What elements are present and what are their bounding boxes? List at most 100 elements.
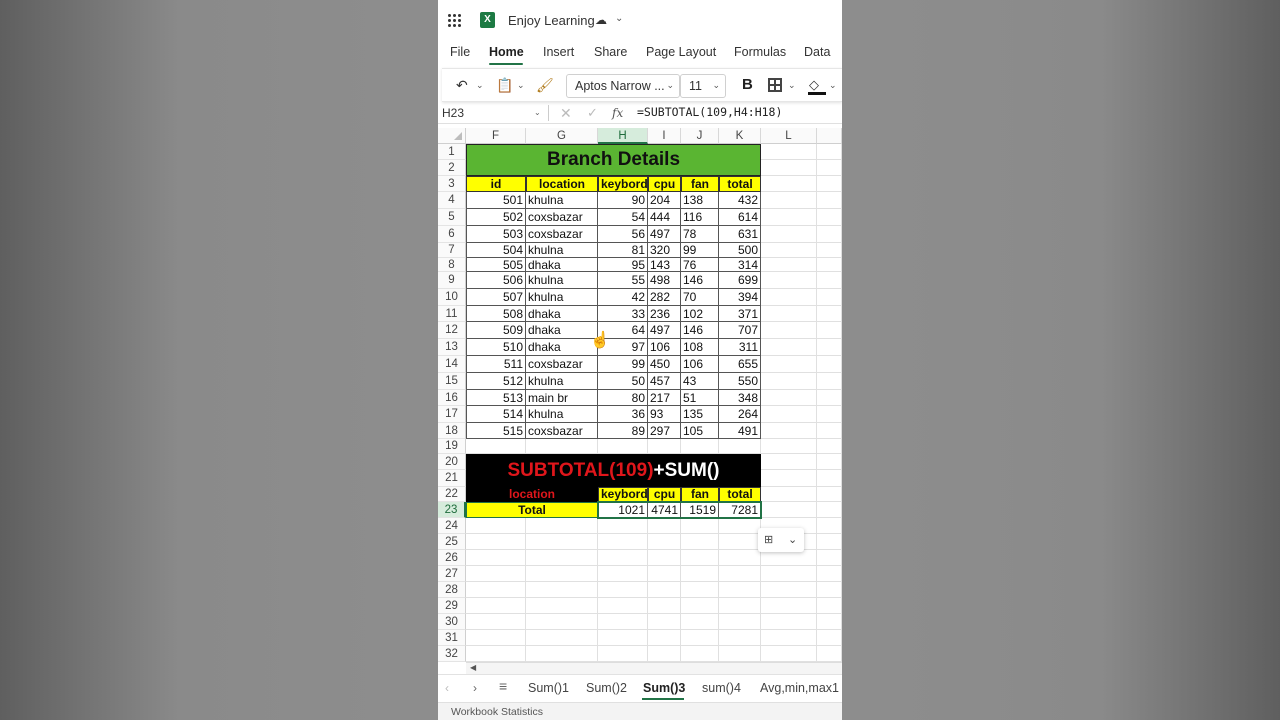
tab-share[interactable]: Share	[594, 45, 627, 59]
row-header-3[interactable]: 3	[438, 176, 466, 192]
table-cell[interactable]: 99	[598, 356, 648, 373]
table-cell[interactable]: 504	[466, 243, 526, 258]
row-header-31[interactable]: 31	[438, 630, 466, 646]
table-cell[interactable]: 348	[719, 390, 761, 406]
table-cell[interactable]: 444	[648, 209, 681, 226]
table-cell[interactable]: 78	[681, 226, 719, 243]
sheet-tab-sum3[interactable]: Sum()3	[643, 681, 685, 695]
row-header-26[interactable]: 26	[438, 550, 466, 566]
format-painter-icon[interactable]: 🖌	[536, 77, 554, 94]
undo-icon[interactable]: ↶	[456, 77, 468, 94]
formula-input[interactable]: =SUBTOTAL(109,H4:H18)	[637, 105, 782, 119]
column-header-k[interactable]: K	[719, 128, 761, 144]
table-cell[interactable]: dhaka	[526, 258, 598, 272]
table-cell[interactable]: khulna	[526, 243, 598, 258]
table-cell[interactable]: 510	[466, 339, 526, 356]
row-header-30[interactable]: 30	[438, 614, 466, 630]
row-header-18[interactable]: 18	[438, 423, 466, 439]
column-header-j[interactable]: J	[681, 128, 719, 144]
row-header-27[interactable]: 27	[438, 566, 466, 582]
document-title[interactable]: Enjoy Learning	[508, 13, 595, 28]
table-cell[interactable]: 450	[648, 356, 681, 373]
table-header-fan[interactable]: fan	[681, 176, 719, 192]
row-header-21[interactable]: 21	[438, 470, 466, 487]
table-cell[interactable]: 614	[719, 209, 761, 226]
table-cell[interactable]: 135	[681, 406, 719, 423]
table-cell[interactable]: 655	[719, 356, 761, 373]
row-header-14[interactable]: 14	[438, 356, 466, 373]
scrollbar-track[interactable]	[480, 666, 840, 672]
table-cell[interactable]: khulna	[526, 289, 598, 306]
summary-header-total[interactable]: total	[719, 487, 761, 502]
tab-file[interactable]: File	[450, 45, 470, 59]
select-all-button[interactable]	[438, 128, 466, 144]
row-header-12[interactable]: 12	[438, 322, 466, 339]
table-cell[interactable]: 497	[648, 322, 681, 339]
table-cell[interactable]: 501	[466, 192, 526, 209]
table-cell[interactable]: 56	[598, 226, 648, 243]
table-cell[interactable]: 204	[648, 192, 681, 209]
table-cell[interactable]: 236	[648, 306, 681, 322]
summary-header-keybord[interactable]: keybord	[598, 487, 648, 502]
table-header-cpu[interactable]: cpu	[648, 176, 681, 192]
table-cell[interactable]: 297	[648, 423, 681, 439]
table-cell[interactable]: 314	[719, 258, 761, 272]
app-launcher-icon[interactable]	[448, 14, 462, 28]
table-cell[interactable]: khulna	[526, 272, 598, 289]
fill-color-icon[interactable]: ◇	[809, 77, 819, 93]
summary-total-label[interactable]: Total	[466, 502, 598, 518]
table-cell[interactable]: 432	[719, 192, 761, 209]
font-size-select[interactable]: 11 ⌄	[680, 74, 726, 98]
table-cell[interactable]: 99	[681, 243, 719, 258]
column-header-f[interactable]: F	[466, 128, 526, 144]
table-cell[interactable]: 497	[648, 226, 681, 243]
paste-dropdown-icon[interactable]: ⌄	[517, 80, 525, 91]
table-cell[interactable]: 89	[598, 423, 648, 439]
table-cell[interactable]: 42	[598, 289, 648, 306]
scroll-left-icon[interactable]: ◀	[470, 663, 476, 672]
row-header-10[interactable]: 10	[438, 289, 466, 306]
table-cell[interactable]: 371	[719, 306, 761, 322]
table-cell[interactable]: 394	[719, 289, 761, 306]
table-cell[interactable]: 506	[466, 272, 526, 289]
table-cell[interactable]: 457	[648, 373, 681, 390]
table-cell[interactable]: coxsbazar	[526, 356, 598, 373]
table-cell[interactable]: coxsbazar	[526, 423, 598, 439]
tab-home[interactable]: Home	[489, 45, 524, 59]
table-cell[interactable]: 507	[466, 289, 526, 306]
cancel-icon[interactable]: ✕	[560, 105, 572, 122]
summary-header-fan[interactable]: fan	[681, 487, 719, 502]
name-box[interactable]: H23	[442, 106, 464, 120]
row-header-25[interactable]: 25	[438, 534, 466, 550]
prev-sheet-icon[interactable]: ‹	[445, 681, 449, 695]
worksheet-grid[interactable]: F G H I J K L 1 2 3 4 5 6 7 8 9 10 11 12 13 14 15 16 17 1…	[438, 128, 842, 662]
table-cell[interactable]: 80	[598, 390, 648, 406]
row-header-8[interactable]: 8	[438, 258, 466, 272]
column-header-l[interactable]: L	[761, 128, 817, 144]
quick-analysis-button[interactable]: ⊞ ⌄	[758, 528, 804, 552]
row-header-28[interactable]: 28	[438, 582, 466, 598]
table-cell[interactable]: 43	[681, 373, 719, 390]
table-cell[interactable]: 106	[681, 356, 719, 373]
table-cell[interactable]: coxsbazar	[526, 209, 598, 226]
table-cell[interactable]: dhaka	[526, 339, 598, 356]
table-cell[interactable]: 282	[648, 289, 681, 306]
bold-button[interactable]: B	[742, 76, 753, 93]
table-cell[interactable]: 509	[466, 322, 526, 339]
table-cell[interactable]: 50	[598, 373, 648, 390]
sheet-tab-sum2[interactable]: Sum()2	[586, 681, 627, 695]
table-cell[interactable]: 513	[466, 390, 526, 406]
sheet-tab-avg-min-max[interactable]: Avg,min,max1	[760, 681, 839, 695]
workbook-statistics-label[interactable]: Workbook Statistics	[451, 706, 543, 718]
cloud-sync-icon[interactable]: ☁	[595, 13, 607, 27]
table-cell[interactable]: 515	[466, 423, 526, 439]
tab-page-layout[interactable]: Page Layout	[646, 45, 716, 59]
table-cell[interactable]: 707	[719, 322, 761, 339]
table-cell[interactable]: 81	[598, 243, 648, 258]
undo-dropdown-icon[interactable]: ⌄	[476, 80, 484, 91]
row-header-7[interactable]: 7	[438, 243, 466, 258]
table-cell[interactable]: 36	[598, 406, 648, 423]
table-cell[interactable]: 498	[648, 272, 681, 289]
column-header-h[interactable]: H	[598, 128, 648, 144]
sheet-tab-sum1[interactable]: Sum()1	[528, 681, 569, 695]
